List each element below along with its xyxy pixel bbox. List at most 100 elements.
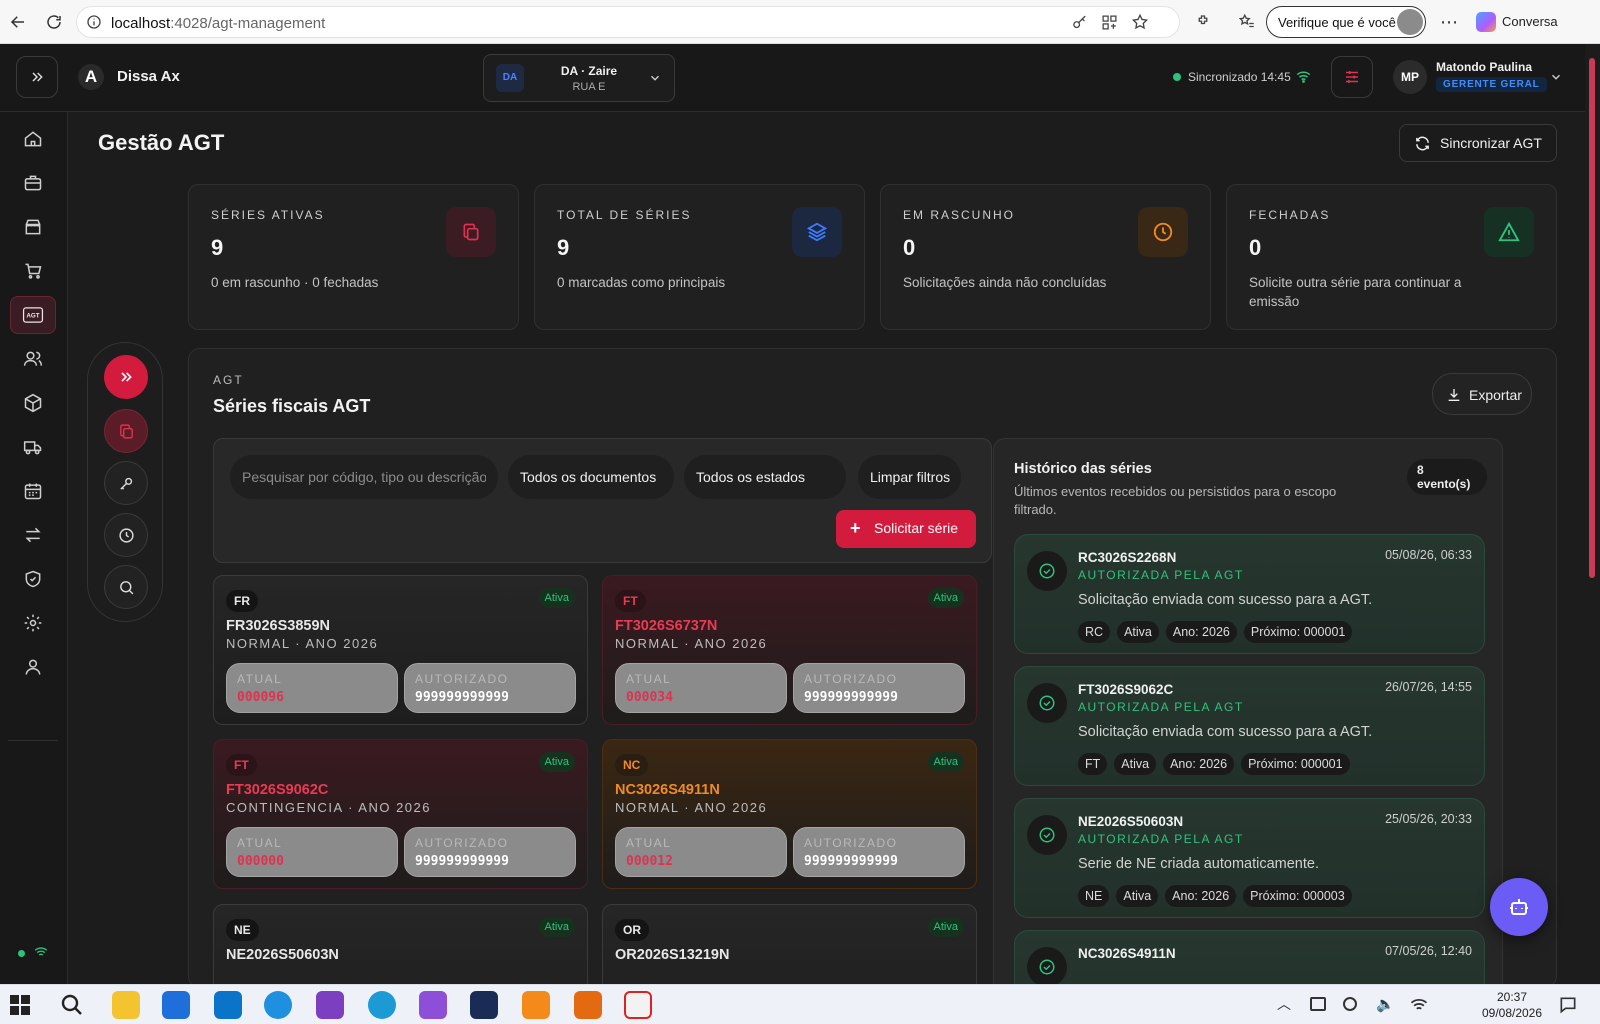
check-circle-icon <box>1027 683 1067 723</box>
robot-icon <box>1510 899 1528 915</box>
reload-icon[interactable] <box>42 10 66 34</box>
camera-icon[interactable] <box>1343 997 1357 1011</box>
taskbar-search-icon[interactable] <box>60 993 84 1017</box>
sublime-icon[interactable] <box>574 991 602 1019</box>
info-icon[interactable] <box>86 14 102 30</box>
file-explorer-icon[interactable] <box>112 991 140 1019</box>
expand-sidebar-button[interactable] <box>16 56 58 98</box>
sidebar-item-users[interactable] <box>10 340 56 378</box>
series-card[interactable]: FT Ativa FT3026S6737N NORMAL · ANO 2026 … <box>602 575 977 725</box>
state-filter-select[interactable]: Todos os estados <box>684 455 846 499</box>
favorites-icon[interactable] <box>1238 13 1256 31</box>
history-item[interactable]: FT3026S9062C AUTORIZADA PELA AGT 26/07/2… <box>1014 666 1485 786</box>
sidebar-item-store[interactable] <box>10 208 56 246</box>
rail-expand-button[interactable] <box>104 355 148 399</box>
assistant-fab-button[interactable] <box>1490 878 1548 936</box>
sidebar-item-briefcase[interactable] <box>10 164 56 202</box>
paint-app-icon[interactable] <box>624 991 652 1019</box>
url-host: localhost <box>111 15 171 32</box>
sidebar-item-profile[interactable] <box>10 648 56 686</box>
history-tag: RC <box>1078 621 1111 643</box>
chevron-down-icon[interactable] <box>1549 70 1563 84</box>
series-card[interactable]: FR Ativa FR3026S3859N NORMAL · ANO 2026 … <box>213 575 588 725</box>
transfer-icon <box>25 527 41 543</box>
rail-search-button[interactable] <box>104 565 148 609</box>
export-button[interactable]: Exportar <box>1432 373 1532 415</box>
tray-chevron-up-icon[interactable]: ︿ <box>1277 994 1291 1014</box>
apps-icon[interactable] <box>1101 14 1118 31</box>
series-card[interactable]: NC Ativa NC3026S4911N NORMAL · ANO 2026 … <box>602 739 977 889</box>
xampp-icon[interactable] <box>522 991 550 1019</box>
sidebar-item-settings[interactable] <box>10 604 56 642</box>
history-tag: Ano: 2026 <box>1165 885 1237 907</box>
stat-card-draft: EM RASCUNHO 0 Solicitações ainda não con… <box>880 184 1211 330</box>
arch-app-icon[interactable] <box>470 991 498 1019</box>
battery-icon[interactable] <box>1310 997 1326 1011</box>
scroll-thumb[interactable] <box>1589 58 1595 578</box>
address-bar[interactable]: localhost:4028/agt-management <box>76 6 1180 38</box>
sidebar-item-security[interactable] <box>10 560 56 598</box>
taskbar-date[interactable]: 09/08/2026 <box>1477 1006 1547 1020</box>
outlook-icon[interactable] <box>264 991 292 1019</box>
page-scrollbar[interactable] <box>1585 44 1600 984</box>
visual-studio-icon[interactable] <box>316 991 344 1019</box>
series-code: NC3026S4911N <box>615 782 720 798</box>
vscode-icon[interactable] <box>214 991 242 1019</box>
request-series-button[interactable]: + Solicitar série <box>836 510 976 548</box>
star-icon[interactable] <box>1131 13 1149 31</box>
series-card[interactable]: NE Ativa NE2026S50603N <box>213 904 588 984</box>
clear-filters-button[interactable]: Limpar filtros <box>858 455 961 499</box>
user-name: Matondo Paulina <box>1436 60 1532 74</box>
authorized-number-box: AUTORIZADO 999999999999 <box>404 663 576 713</box>
windows-start-icon[interactable] <box>10 995 30 1015</box>
series-card[interactable]: OR Ativa OR2026S13219N <box>602 904 977 984</box>
edge-icon[interactable] <box>368 991 396 1019</box>
rail-key-button[interactable] <box>104 461 148 505</box>
search-input[interactable] <box>230 455 498 499</box>
history-item[interactable]: NE2026S50603N AUTORIZADA PELA AGT 25/05/… <box>1014 798 1485 918</box>
history-item[interactable]: NC3026S4911N 07/05/26, 12:40 <box>1014 930 1485 984</box>
settings-sliders-button[interactable] <box>1331 56 1373 98</box>
document-filter-select[interactable]: Todos os documentos <box>508 455 674 499</box>
sidebar-item-products[interactable] <box>10 384 56 422</box>
verify-label: Verifique que é você <box>1278 15 1396 30</box>
sidebar-item-calendar[interactable] <box>10 472 56 510</box>
sidebar-item-cart[interactable] <box>10 252 56 290</box>
notifications-icon[interactable] <box>1558 995 1578 1015</box>
series-code: FT3026S9062C <box>226 782 329 798</box>
sidebar-item-home[interactable] <box>10 120 56 158</box>
sidebar-item-transfers[interactable] <box>10 516 56 554</box>
history-date: 05/08/26, 06:33 <box>1385 548 1472 562</box>
extensions-icon[interactable] <box>1194 13 1212 31</box>
rail-series-button[interactable] <box>104 409 148 453</box>
profile-verify-button[interactable]: Verifique que é você <box>1266 6 1426 38</box>
store-app-icon[interactable] <box>162 991 190 1019</box>
network-icon[interactable] <box>1410 997 1428 1013</box>
export-label: Exportar <box>1469 387 1522 403</box>
authorized-number-box: AUTORIZADO 999999999999 <box>793 663 965 713</box>
visual-studio-2-icon[interactable] <box>419 991 447 1019</box>
volume-icon[interactable]: 🔈 <box>1376 995 1395 1013</box>
copilot-icon[interactable] <box>1476 12 1496 32</box>
sync-agt-button[interactable]: Sincronizar AGT <box>1399 124 1557 162</box>
history-tag: Ativa <box>1116 885 1159 907</box>
current-value: 000000 <box>237 854 284 869</box>
series-status-badge: Ativa <box>927 588 964 608</box>
sidebar-item-agt[interactable]: AGT <box>10 296 56 334</box>
store-icon <box>25 219 41 235</box>
taskbar-time[interactable]: 20:37 <box>1487 990 1537 1004</box>
wifi-icon <box>1296 71 1311 83</box>
sidebar-item-delivery[interactable] <box>10 428 56 466</box>
user-avatar[interactable]: MP <box>1393 60 1427 94</box>
history-item[interactable]: RC3026S2268N AUTORIZADA PELA AGT 05/08/2… <box>1014 534 1485 654</box>
store-selector[interactable]: DA DA · Zaire RUA E <box>483 54 675 102</box>
conversa-button[interactable]: Conversa <box>1502 14 1558 29</box>
history-code: NE2026S50603N <box>1078 814 1184 829</box>
section-title: Séries fiscais AGT <box>213 396 371 416</box>
key-icon[interactable] <box>1071 14 1088 31</box>
series-card[interactable]: FT Ativa FT3026S9062C CONTINGENCIA · ANO… <box>213 739 588 889</box>
back-arrow-icon[interactable] <box>6 10 30 34</box>
rail-history-button[interactable] <box>104 513 148 557</box>
more-icon[interactable]: ⋯ <box>1437 10 1461 34</box>
history-tag: Ativa <box>1117 621 1159 643</box>
